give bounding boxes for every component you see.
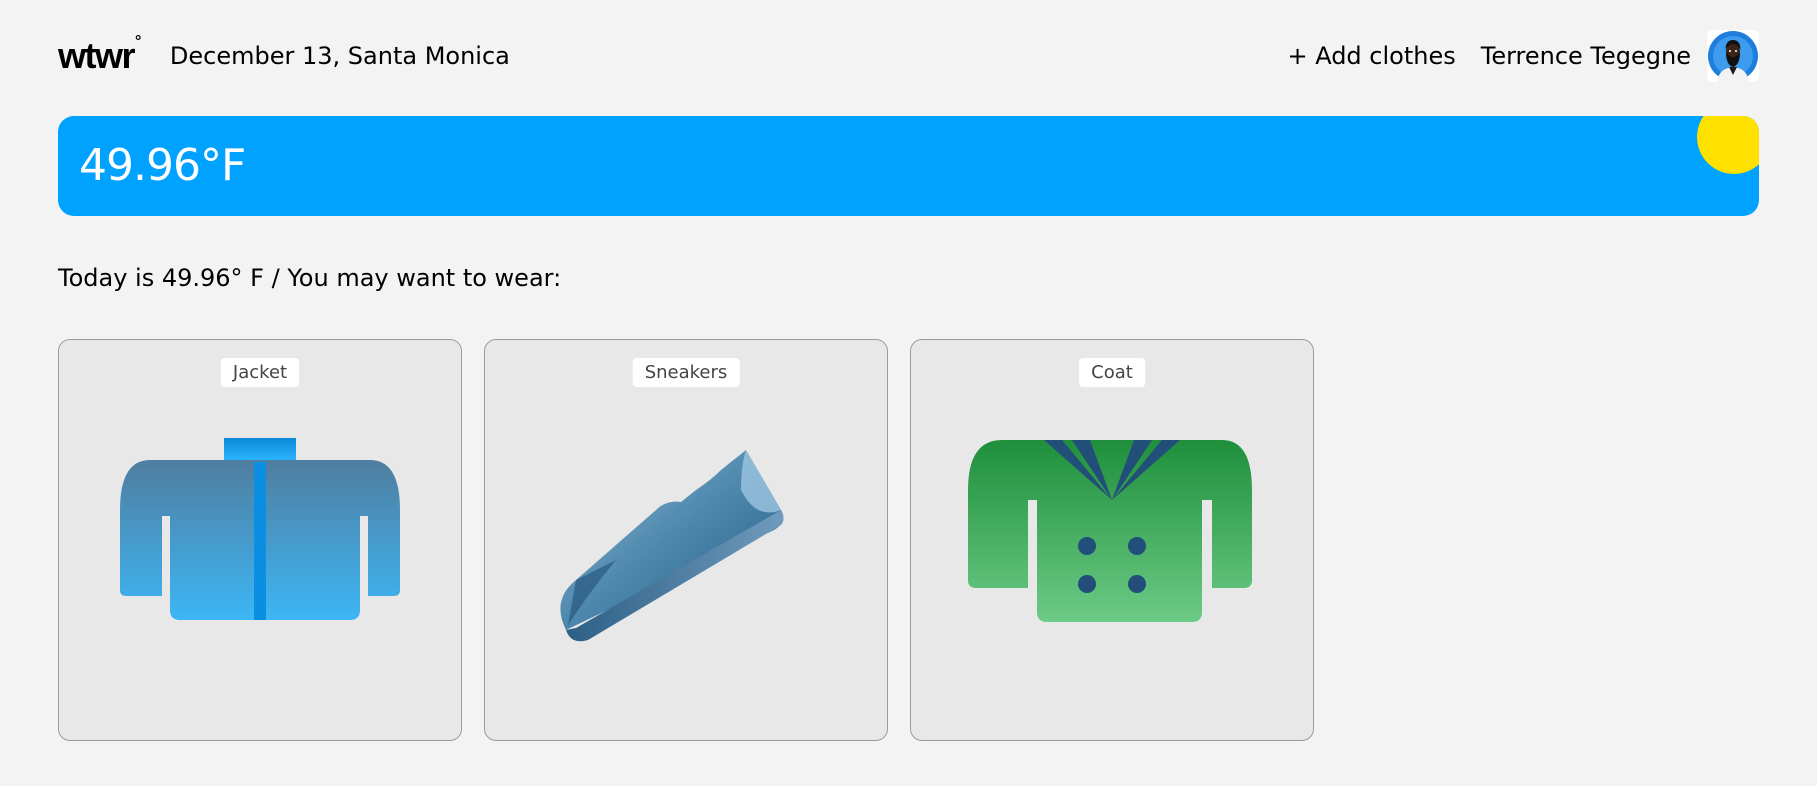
- jacket-icon: [120, 438, 400, 620]
- coat-icon: [968, 440, 1252, 622]
- header: wtwr ° December 13, Santa Monica + Add cl…: [58, 30, 1759, 82]
- clothing-cards: Jacket Sneakers Coat: [58, 339, 1314, 741]
- add-clothes-button[interactable]: + Add clothes: [1287, 42, 1455, 70]
- card-label: Coat: [1079, 358, 1145, 387]
- clothing-card-jacket[interactable]: Jacket: [58, 339, 462, 741]
- weather-card: 49.96°F: [58, 116, 1759, 216]
- card-label: Sneakers: [632, 358, 740, 387]
- clothing-card-sneakers[interactable]: Sneakers: [484, 339, 888, 741]
- logo-degree: °: [135, 33, 141, 50]
- weather-temperature: 49.96°F: [79, 140, 246, 191]
- header-left: wtwr ° December 13, Santa Monica: [58, 34, 510, 76]
- header-right: + Add clothes Terrence Tegegne: [1287, 30, 1759, 82]
- sun-icon: [1697, 116, 1759, 174]
- date-location: December 13, Santa Monica: [169, 42, 510, 70]
- card-label: Jacket: [220, 358, 300, 387]
- sneaker-icon: [560, 450, 784, 642]
- avatar[interactable]: [1707, 30, 1759, 82]
- wear-message: Today is 49.96° F / You may want to wear…: [58, 264, 562, 292]
- logo[interactable]: wtwr °: [58, 34, 141, 76]
- logo-text: wtwr: [58, 35, 136, 76]
- user-name: Terrence Tegegne: [1480, 42, 1691, 70]
- clothing-card-coat[interactable]: Coat: [910, 339, 1314, 741]
